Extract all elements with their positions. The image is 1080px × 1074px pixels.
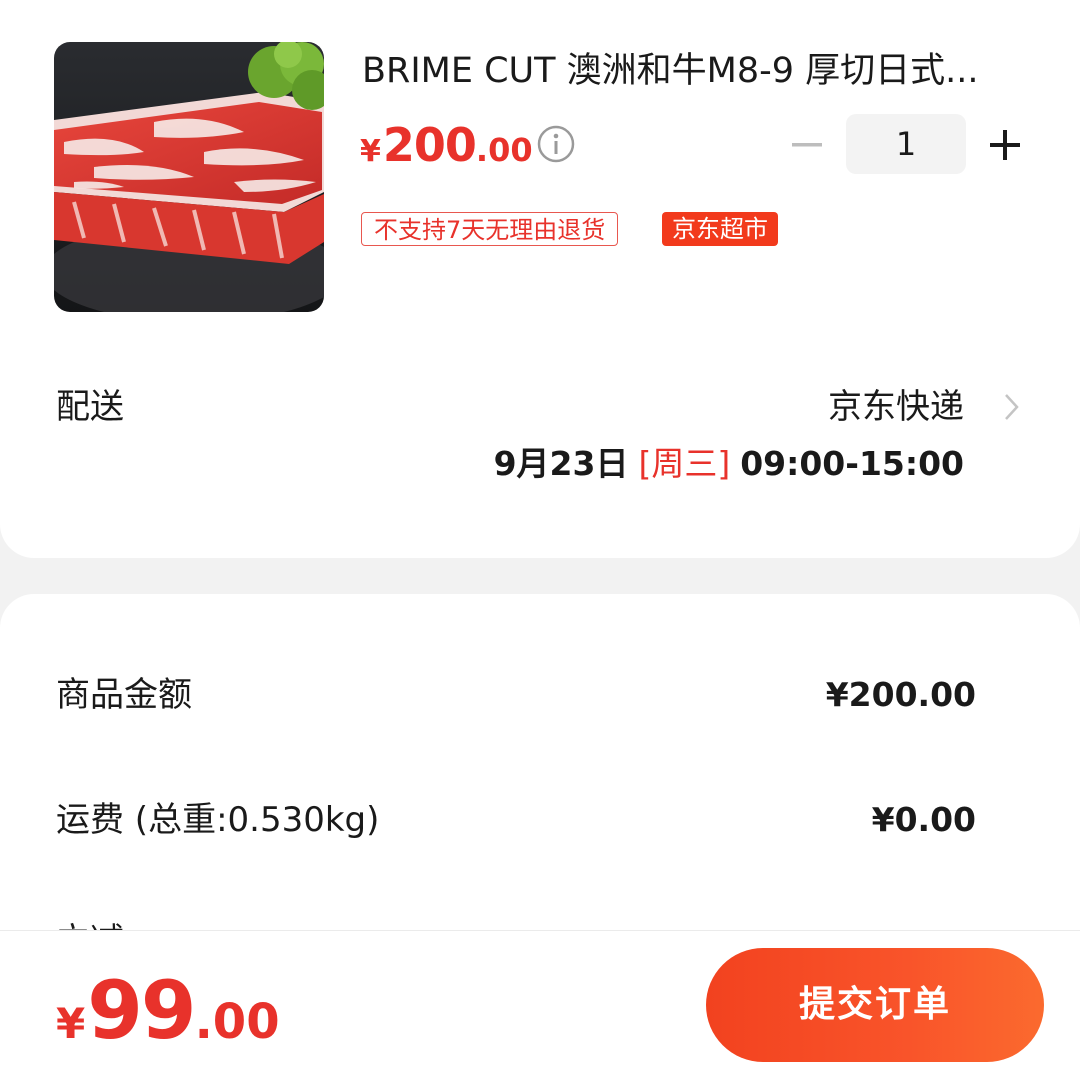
shipping-value: ¥0.00 (871, 800, 976, 839)
product-title[interactable]: BRIME CUT 澳洲和牛M8-9 厚切日式... (362, 48, 1022, 94)
delivery-method[interactable]: 京东快递 (828, 384, 964, 430)
price-decimal: .00 (475, 131, 533, 169)
price-integer: 200 (382, 118, 477, 172)
price-currency: ¥ (360, 134, 381, 169)
delivery-date: 9月23日 (493, 444, 629, 483)
quantity-input[interactable]: 1 (846, 114, 966, 174)
product-price: ¥ 200 .00 (360, 118, 533, 174)
plus-icon[interactable] (984, 124, 1026, 166)
product-image[interactable] (54, 42, 324, 312)
total-decimal: .00 (194, 994, 280, 1050)
goods-amount-value: ¥200.00 (825, 675, 976, 714)
minus-icon[interactable] (786, 124, 828, 166)
product-card: BRIME CUT 澳洲和牛M8-9 厚切日式... ¥ 200 .00 1 不… (0, 0, 1080, 558)
info-icon[interactable] (536, 124, 576, 164)
delivery-label: 配送 (56, 387, 124, 427)
submit-order-button[interactable]: 提交订单 (706, 948, 1044, 1062)
delivery-time-range: 09:00-15:00 (740, 444, 964, 483)
delivery-time[interactable]: 9月23日 [周三] 09:00-15:00 (494, 442, 964, 486)
store-tag: 京东超市 (662, 212, 778, 246)
goods-amount-label: 商品金额 (56, 675, 192, 715)
shipping-label: 运费 (总重:0.530kg) (56, 800, 380, 840)
checkout-screen: BRIME CUT 澳洲和牛M8-9 厚切日式... ¥ 200 .00 1 不… (0, 0, 1080, 1074)
return-policy-tag: 不支持7天无理由退货 (361, 212, 619, 246)
chevron-right-icon[interactable] (1000, 390, 1024, 424)
total-currency: ¥ (56, 999, 86, 1048)
order-total: ¥ 99 .00 (56, 966, 280, 1056)
total-integer: 99 (87, 964, 196, 1057)
delivery-weekday: [周三] (638, 444, 731, 483)
